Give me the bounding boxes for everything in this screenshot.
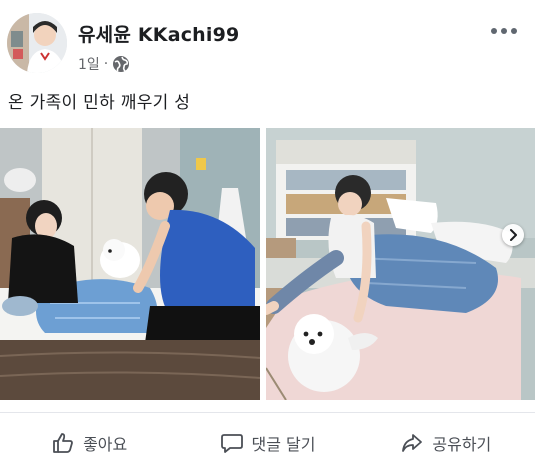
more-options-icon[interactable] [491, 24, 517, 38]
author-name[interactable]: 유세윤 KKachi99 [78, 20, 239, 47]
comment-button[interactable]: 댓글 달기 [178, 420, 356, 466]
share-arrow-icon [402, 434, 423, 452]
post-photo-2[interactable] [266, 128, 535, 400]
post-photo-1[interactable] [0, 128, 260, 400]
share-button[interactable]: 공유하기 [357, 420, 535, 466]
share-label: 공유하기 [432, 435, 492, 454]
like-label: 좋아요 [83, 435, 128, 454]
like-button[interactable]: 좋아요 [0, 420, 178, 466]
avatar[interactable] [7, 13, 67, 73]
globe-icon[interactable] [112, 55, 130, 73]
thumbs-up-icon [53, 433, 73, 453]
post-header: 유세윤 KKachi99 1일 · 온 가족이 민하 깨우기 성 [0, 0, 535, 113]
comment-bubble-icon [220, 434, 243, 453]
actions-divider [0, 412, 535, 413]
post-actions: 좋아요 댓글 달기 공유하기 [0, 420, 535, 466]
comment-label: 댓글 달기 [251, 435, 316, 454]
post-meta: 1일 · [78, 54, 130, 74]
meta-separator: · [103, 56, 109, 72]
post-time[interactable]: 1일 [78, 54, 100, 74]
next-photo-button[interactable] [502, 224, 524, 246]
chevron-right-icon [510, 229, 517, 241]
post-text: 온 가족이 민하 깨우기 성 [8, 93, 191, 113]
